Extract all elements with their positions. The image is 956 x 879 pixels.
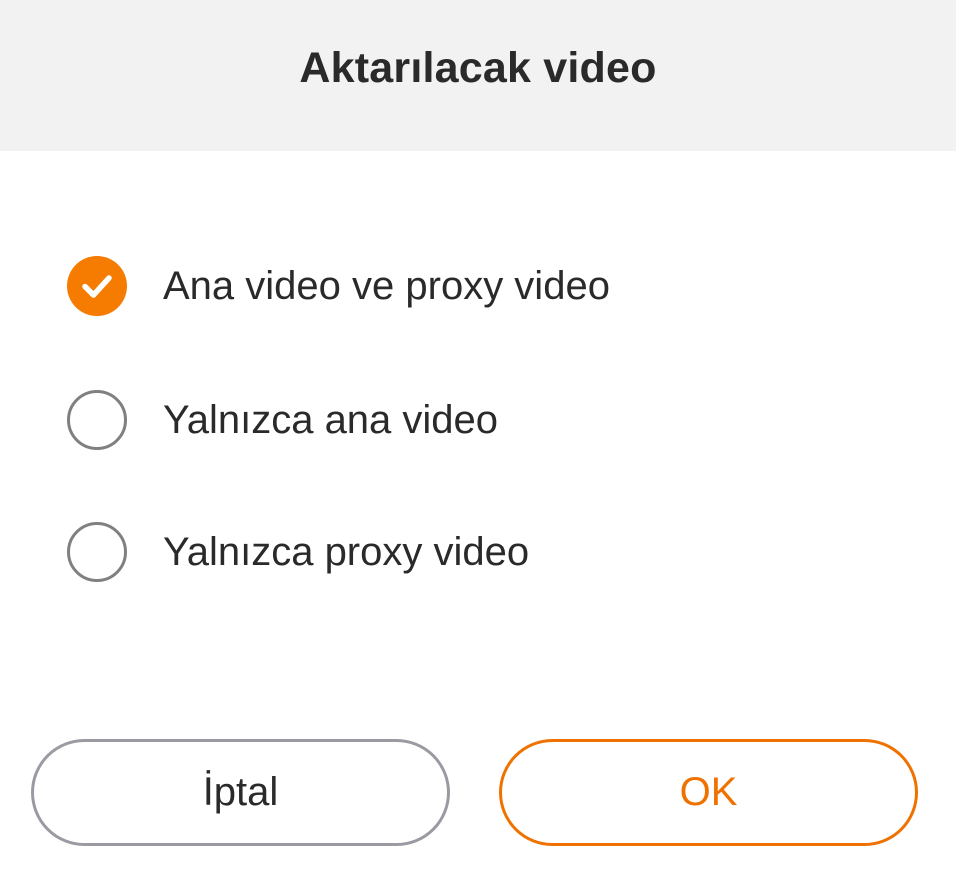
dialog-title: Aktarılacak video xyxy=(299,44,657,92)
option-proxy-video-only[interactable]: Yalnızca proxy video xyxy=(67,522,529,582)
option-main-and-proxy-video[interactable]: Ana video ve proxy video xyxy=(67,256,610,316)
dialog-header: Aktarılacak video xyxy=(0,0,956,151)
option-main-video-only[interactable]: Yalnızca ana video xyxy=(67,390,498,450)
option-label: Yalnızca ana video xyxy=(163,397,499,442)
radio-unselected[interactable] xyxy=(67,390,127,450)
option-label: Ana video ve proxy video xyxy=(163,263,610,308)
cancel-button[interactable]: İptal xyxy=(31,739,450,846)
checkmark-icon xyxy=(82,275,112,298)
option-label: Yalnızca proxy video xyxy=(163,529,530,574)
export-video-dialog: Aktarılacak video Ana video ve proxy vid… xyxy=(0,0,956,879)
radio-selected[interactable] xyxy=(67,256,127,316)
ok-button[interactable]: OK xyxy=(499,739,918,846)
radio-unselected[interactable] xyxy=(67,522,127,582)
